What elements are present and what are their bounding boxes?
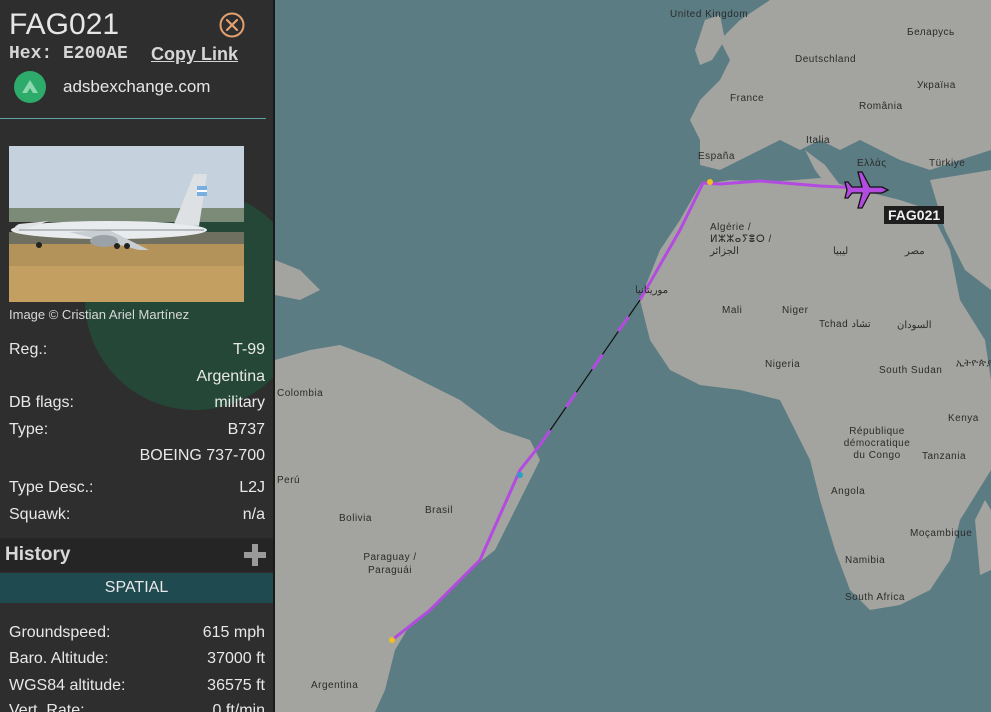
close-icon[interactable]	[219, 12, 245, 38]
type-value: B737	[227, 421, 265, 438]
map-label-angola: Angola	[831, 486, 866, 497]
map-label-mali: Mali	[722, 305, 743, 316]
baro-altitude-value: 37000 ft	[207, 650, 265, 667]
baro-altitude-label: Baro. Altitude:	[9, 650, 109, 667]
map-label-namibia: Namibia	[845, 555, 886, 566]
vert-rate-label: Vert. Rate:	[9, 702, 85, 712]
map-label-south-africa: South Africa	[845, 592, 905, 603]
map-view[interactable]: United Kingdom Беларусь Deutschland Укра…	[275, 0, 991, 712]
spatial-section-header[interactable]: SPATIAL	[0, 573, 273, 603]
map-label-argentina: Argentina	[311, 680, 359, 691]
map-label-mozambique: Moçambique	[910, 528, 973, 539]
map-label-ukraine: Україна	[917, 80, 956, 91]
map-label-italy: Italia	[806, 135, 831, 146]
type-full-value: BOEING 737-700	[139, 447, 265, 464]
track-waypoint	[517, 472, 523, 478]
reg-value: T-99	[232, 341, 265, 358]
map-label-turkey: Türkiye	[929, 158, 966, 169]
map-label-algeria: Algérie / ⵍⵣⵣⴰⵢⴻⵔ / الجزائر	[710, 222, 772, 257]
db-flags-label: DB flags:	[9, 394, 74, 411]
map-label-peru: Perú	[277, 475, 301, 486]
map-label-uk: United Kingdom	[670, 9, 749, 20]
map-label-mauritania: موريتانيا	[635, 285, 669, 296]
map-label-bolivia: Bolivia	[339, 513, 372, 524]
aircraft-photo[interactable]	[9, 146, 244, 302]
squawk-value: n/a	[242, 506, 265, 523]
country-value: Argentina	[196, 368, 266, 385]
map-label-ethiopia: ኢትዮጵያ	[956, 358, 991, 369]
groundspeed-value: 615 mph	[202, 624, 265, 641]
type-desc-label: Type Desc.:	[9, 479, 94, 496]
reg-label: Reg.:	[9, 341, 48, 358]
track-start-point	[389, 637, 395, 643]
squawk-label: Squawk:	[9, 506, 71, 523]
map-label-romania: România	[859, 101, 903, 112]
plus-icon[interactable]	[243, 543, 267, 567]
copy-link-button[interactable]: Copy Link	[151, 44, 238, 65]
photo-credit: Image © Cristian Ariel Martínez	[9, 307, 190, 322]
map-label-germany: Deutschland	[795, 54, 857, 65]
wgs84-altitude-value: 36575 ft	[207, 677, 265, 694]
adsbexchange-logo-icon[interactable]	[14, 71, 46, 103]
groundspeed-label: Groundspeed:	[9, 624, 111, 641]
map-label-tanzania: Tanzania	[922, 451, 967, 462]
track-waypoint-europe	[707, 179, 713, 185]
map-label-nigeria: Nigeria	[765, 359, 801, 370]
map-label-chad: Tchad تشاد	[819, 319, 871, 330]
map-label-libya: ليبيا	[833, 246, 849, 257]
map-label-egypt: مصر	[905, 246, 925, 257]
hex-label: Hex:	[9, 44, 53, 64]
map-label-colombia: Colombia	[277, 388, 324, 399]
map-label-niger: Niger	[782, 305, 809, 316]
source-link[interactable]: adsbexchange.com	[63, 77, 210, 97]
hex-value: E200AE	[63, 44, 128, 64]
db-flags-value: military	[214, 394, 265, 411]
flight-label[interactable]: FAG021	[884, 206, 945, 224]
map-label-sudan: السودان	[897, 320, 932, 331]
map-label-paraguay: Paraguay / Paraguái	[363, 552, 417, 576]
map-label-greece: Ελλάς	[857, 158, 887, 169]
type-desc-value: L2J	[239, 479, 265, 496]
map-label-belarus: Беларусь	[907, 27, 955, 38]
history-title: History	[5, 544, 71, 565]
map-label-france: France	[730, 93, 765, 104]
hex-code: Hex: E200AE	[9, 44, 128, 64]
map-label-kenya: Kenya	[948, 413, 979, 424]
map-label-brazil: Brasil	[425, 505, 454, 516]
wgs84-altitude-label: WGS84 altitude:	[9, 677, 126, 694]
map-label-drc: République démocratique du Congo	[843, 426, 911, 461]
map-label-south-sudan: South Sudan	[879, 365, 943, 376]
callsign-title: FAG021	[9, 8, 120, 41]
map-label-spain: España	[698, 151, 735, 162]
vert-rate-value: 0 ft/min	[212, 702, 265, 712]
type-label: Type:	[9, 421, 49, 438]
divider	[0, 118, 266, 119]
aircraft-info-panel: FAG021 Hex: E200AE Copy Link adsbexchang…	[0, 0, 275, 712]
